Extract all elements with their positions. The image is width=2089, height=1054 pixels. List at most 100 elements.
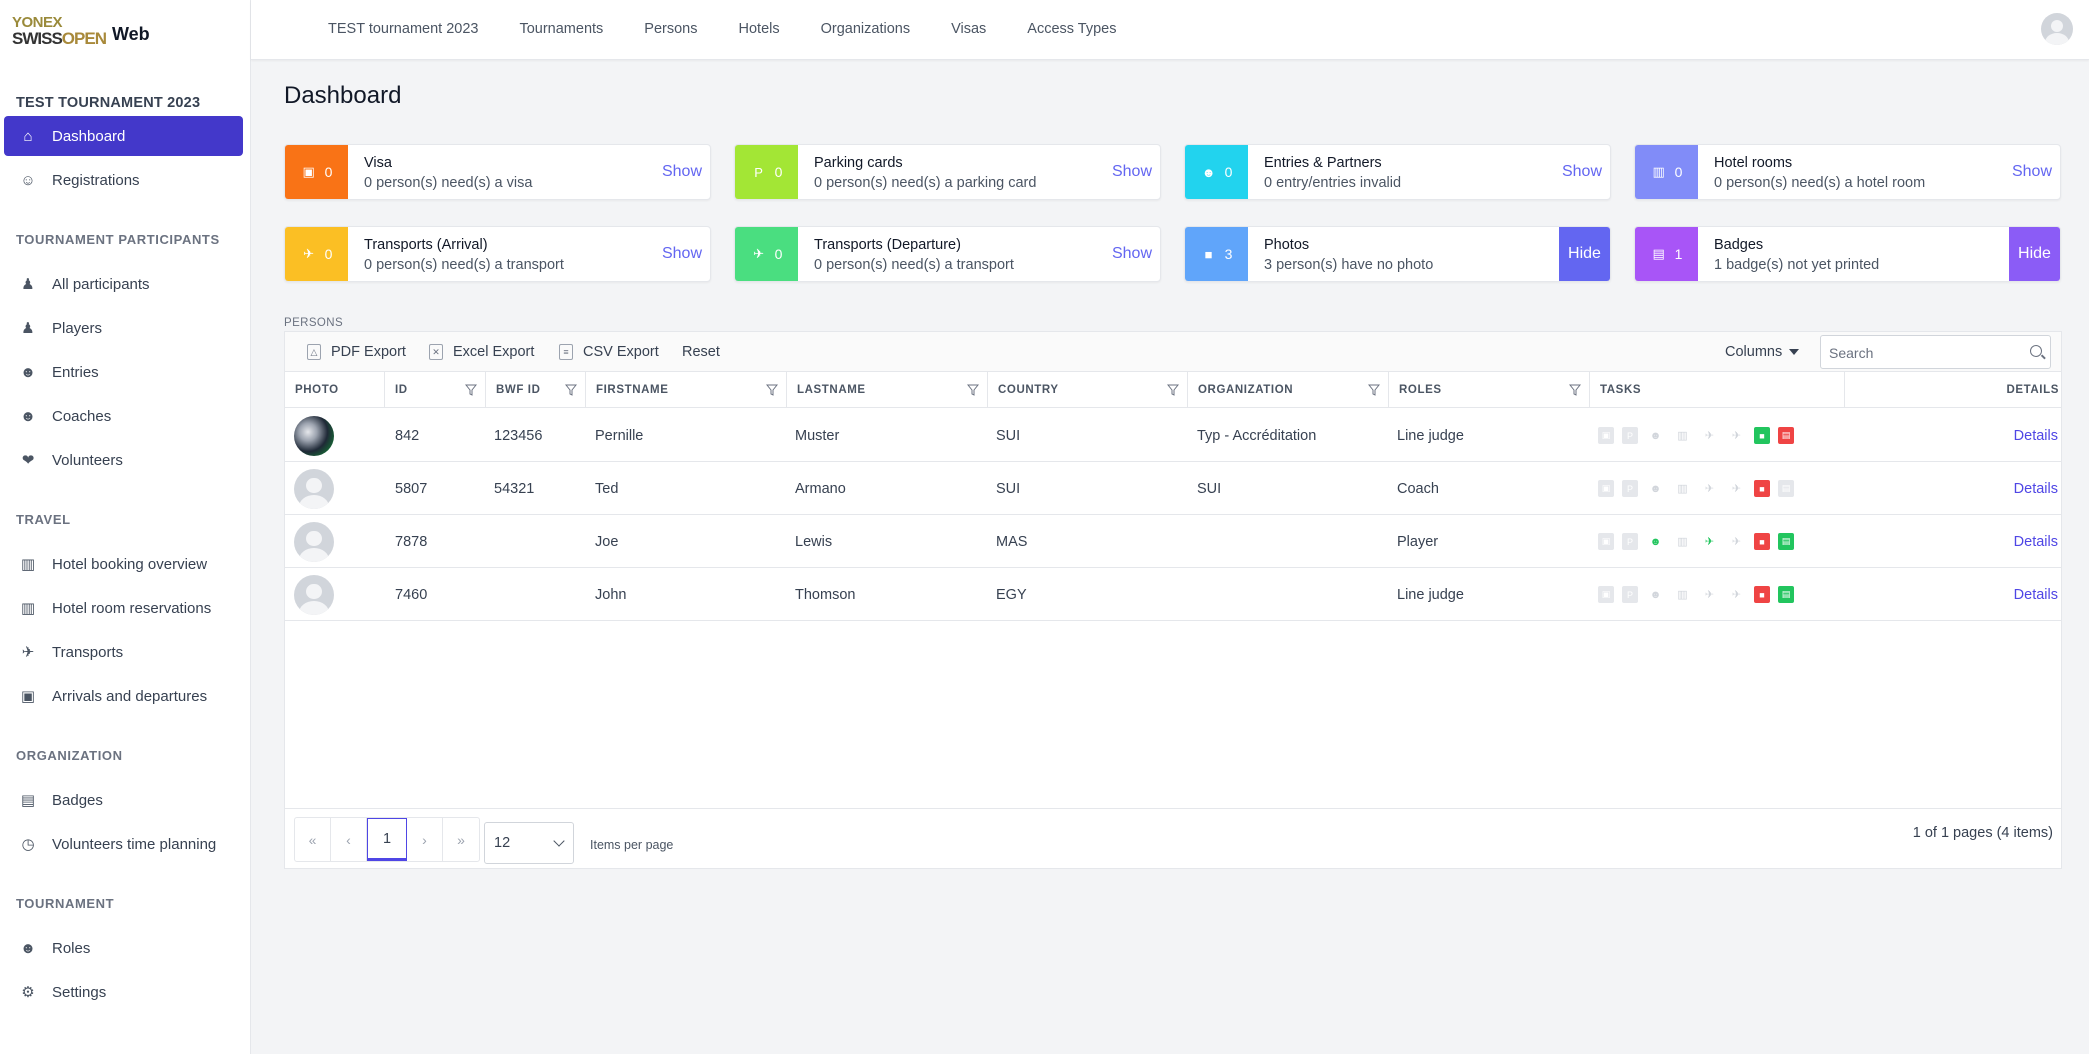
col-photo[interactable]: PHOTO	[285, 372, 385, 408]
visa-task-icon[interactable]: ▣	[1598, 533, 1614, 550]
entries-task-icon[interactable]: ☻	[1646, 426, 1665, 445]
sidebar-item-volunteers-time-planning[interactable]: ◷ Volunteers time planning	[4, 824, 243, 864]
sidebar-item-entries[interactable]: ☻ Entries	[4, 352, 243, 392]
hotel-task-icon[interactable]: ▥	[1673, 585, 1692, 604]
entries-task-icon[interactable]: ☻	[1646, 532, 1665, 551]
table-row[interactable]: 842 123456 Pernille Muster SUI Typ - Accrédit…	[285, 409, 2061, 462]
parking-task-icon[interactable]: P	[1622, 427, 1638, 444]
col-country[interactable]: COUNTRY	[988, 372, 1188, 408]
col-organization[interactable]: ORGANIZATION	[1188, 372, 1389, 408]
filter-icon[interactable]	[967, 384, 979, 396]
hotel-task-icon[interactable]: ▥	[1673, 532, 1692, 551]
card-hide-button[interactable]: Hide	[2009, 227, 2060, 281]
sidebar-item-roles[interactable]: ☻ Roles	[4, 928, 243, 968]
sidebar-item-badges[interactable]: ▤ Badges	[4, 780, 243, 820]
visa-task-icon[interactable]: ▣	[1598, 480, 1614, 497]
departure-task-icon[interactable]: ✈	[1727, 479, 1746, 498]
search-icon[interactable]	[2030, 345, 2042, 357]
pager-prev-button[interactable]: ‹	[331, 818, 367, 861]
filter-icon[interactable]	[1569, 384, 1581, 396]
parking-task-icon[interactable]: P	[1622, 480, 1638, 497]
sidebar-item-coaches[interactable]: ☻ Coaches	[4, 396, 243, 436]
filter-icon[interactable]	[565, 384, 577, 396]
visa-task-icon[interactable]: ▣	[1598, 427, 1614, 444]
badge-task-icon[interactable]: ▤	[1778, 586, 1794, 603]
sidebar-item-registrations[interactable]: ☺ Registrations	[4, 160, 243, 200]
col-lastname[interactable]: LASTNAME	[787, 372, 988, 408]
topnav-persons[interactable]: Persons	[644, 21, 697, 37]
badge-task-icon[interactable]: ▤	[1778, 533, 1794, 550]
departure-task-icon[interactable]: ✈	[1727, 585, 1746, 604]
departure-task-icon[interactable]: ✈	[1727, 532, 1746, 551]
card-show-button[interactable]: Show	[662, 145, 702, 199]
filter-icon[interactable]	[1368, 384, 1380, 396]
sidebar-item-volunteers[interactable]: ❤ Volunteers	[4, 440, 243, 480]
card-show-button[interactable]: Show	[1562, 145, 1602, 199]
topnav-visas[interactable]: Visas	[951, 21, 986, 37]
badge-task-icon[interactable]: ▤	[1778, 427, 1794, 444]
arrival-task-icon[interactable]: ✈	[1700, 532, 1719, 551]
columns-button[interactable]: Columns	[1725, 340, 1800, 364]
reset-button[interactable]: Reset	[682, 332, 720, 372]
details-link[interactable]: Details	[2014, 462, 2058, 515]
pager-next-button[interactable]: ›	[407, 818, 443, 861]
details-link[interactable]: Details	[2014, 409, 2058, 462]
sidebar-item-settings[interactable]: ⚙ Settings	[4, 972, 243, 1012]
col-roles[interactable]: ROLES	[1389, 372, 1590, 408]
excel-export-button[interactable]: ✕ Excel Export	[429, 332, 534, 372]
table-row[interactable]: 7878 Joe Lewis MAS Player ▣ P ☻ ▥ ✈ ✈ ■ ▤ Details	[285, 515, 2061, 568]
card-show-button[interactable]: Show	[662, 227, 702, 281]
hotel-task-icon[interactable]: ▥	[1673, 479, 1692, 498]
col-bwf-id[interactable]: BWF ID	[486, 372, 586, 408]
photo-task-icon[interactable]: ■	[1754, 586, 1770, 603]
parking-task-icon[interactable]: P	[1622, 586, 1638, 603]
search-input[interactable]	[1829, 342, 2019, 364]
col-details[interactable]: DETAILS	[1845, 372, 2061, 408]
entries-task-icon[interactable]: ☻	[1646, 479, 1665, 498]
sidebar-item-hotel-room-reservations[interactable]: ▥ Hotel room reservations	[4, 588, 243, 628]
pager-current-page[interactable]: 1	[367, 818, 407, 861]
photo-task-icon[interactable]: ■	[1754, 533, 1770, 550]
arrival-task-icon[interactable]: ✈	[1700, 585, 1719, 604]
topnav-tournament[interactable]: TEST tournament 2023	[328, 21, 478, 37]
visa-task-icon[interactable]: ▣	[1598, 586, 1614, 603]
filter-icon[interactable]	[465, 384, 477, 396]
photo-task-icon[interactable]: ■	[1754, 427, 1770, 444]
search-field[interactable]	[1820, 335, 2051, 369]
table-row[interactable]: 7460 John Thomson EGY Line judge ▣ P ☻ ▥ ✈ ✈ ■ ▤ Deta…	[285, 568, 2061, 621]
departure-task-icon[interactable]: ✈	[1727, 426, 1746, 445]
page-size-select[interactable]: 12	[484, 822, 574, 864]
filter-icon[interactable]	[1167, 384, 1179, 396]
app-logo[interactable]: YONEX SWISSOPEN Web	[12, 14, 252, 50]
table-row[interactable]: 5807 54321 Ted Armano SUI SUI Coach ▣ P ☻ ▥ ✈ ✈ ■ ▤ Det…	[285, 462, 2061, 515]
sidebar-item-all-participants[interactable]: ♟ All participants	[4, 264, 243, 304]
sidebar-item-transports[interactable]: ✈ Transports	[4, 632, 243, 672]
details-link[interactable]: Details	[2014, 515, 2058, 568]
card-show-button[interactable]: Show	[1112, 145, 1152, 199]
entries-task-icon[interactable]: ☻	[1646, 585, 1665, 604]
photo-task-icon[interactable]: ■	[1754, 480, 1770, 497]
topnav-access-types[interactable]: Access Types	[1027, 21, 1116, 37]
sidebar-item-hotel-booking-overview[interactable]: ▥ Hotel booking overview	[4, 544, 243, 584]
arrival-task-icon[interactable]: ✈	[1700, 426, 1719, 445]
card-show-button[interactable]: Show	[2012, 145, 2052, 199]
card-hide-button[interactable]: Hide	[1559, 227, 1610, 281]
col-firstname[interactable]: FIRSTNAME	[586, 372, 787, 408]
sidebar-item-arrivals-departures[interactable]: ▣ Arrivals and departures	[4, 676, 243, 716]
topnav-hotels[interactable]: Hotels	[739, 21, 780, 37]
details-link[interactable]: Details	[2014, 568, 2058, 621]
pager-first-button[interactable]: «	[295, 818, 331, 861]
parking-task-icon[interactable]: P	[1622, 533, 1638, 550]
topnav-tournaments[interactable]: Tournaments	[519, 21, 603, 37]
sidebar-item-dashboard[interactable]: ⌂ Dashboard	[4, 116, 243, 156]
sidebar-item-players[interactable]: ♟ Players	[4, 308, 243, 348]
pager-last-button[interactable]: »	[443, 818, 479, 861]
col-id[interactable]: ID	[385, 372, 486, 408]
pdf-export-button[interactable]: △ PDF Export	[307, 332, 406, 372]
hotel-task-icon[interactable]: ▥	[1673, 426, 1692, 445]
csv-export-button[interactable]: ≡ CSV Export	[559, 332, 659, 372]
user-avatar[interactable]	[2041, 13, 2073, 45]
arrival-task-icon[interactable]: ✈	[1700, 479, 1719, 498]
badge-task-icon[interactable]: ▤	[1778, 480, 1794, 497]
card-show-button[interactable]: Show	[1112, 227, 1152, 281]
